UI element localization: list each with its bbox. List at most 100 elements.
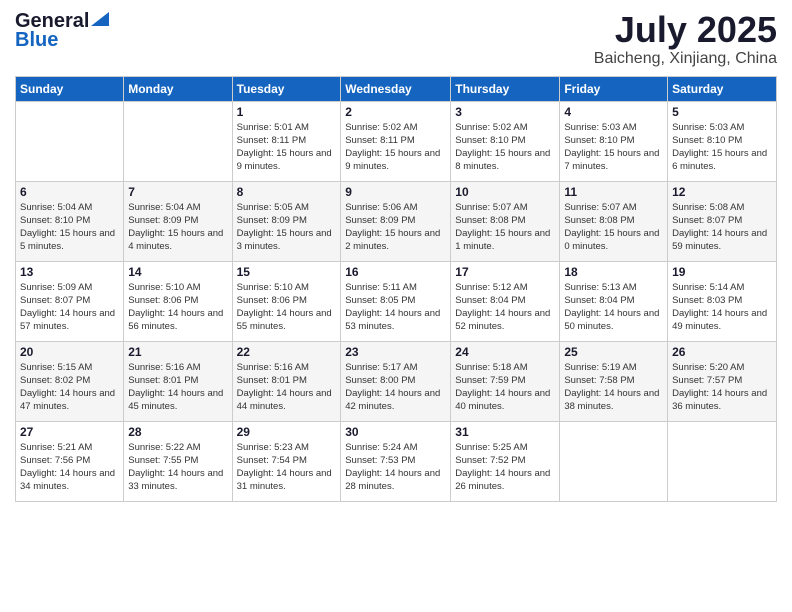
day-number: 8	[237, 185, 337, 199]
day-detail: Sunrise: 5:24 AM Sunset: 7:53 PM Dayligh…	[345, 441, 446, 494]
day-number: 19	[672, 265, 772, 279]
calendar-cell: 29 Sunrise: 5:23 AM Sunset: 7:54 PM Dayli…	[232, 421, 341, 501]
day-detail: Sunrise: 5:04 AM Sunset: 8:10 PM Dayligh…	[20, 201, 119, 254]
header: General Blue July 2025 Baicheng, Xinjian…	[15, 10, 777, 68]
calendar-cell: 3 Sunrise: 5:02 AM Sunset: 8:10 PM Daylig…	[451, 101, 560, 181]
day-number: 11	[564, 185, 663, 199]
calendar-cell: 31 Sunrise: 5:25 AM Sunset: 7:52 PM Dayli…	[451, 421, 560, 501]
page: General Blue July 2025 Baicheng, Xinjian…	[0, 0, 792, 612]
calendar-cell: 12Sunrise: 5:08 AM Sunset: 8:07 PM Dayli…	[668, 181, 777, 261]
day-number: 29	[237, 425, 337, 439]
calendar-cell: 21 Sunrise: 5:16 AM Sunset: 8:01 PM Dayli…	[124, 341, 232, 421]
calendar-title: July 2025	[594, 10, 777, 50]
day-detail: Sunrise: 5:18 AM Sunset: 7:59 PM Dayligh…	[455, 361, 555, 414]
day-number: 28	[128, 425, 227, 439]
day-detail: Sunrise: 5:01 AM Sunset: 8:11 PM Dayligh…	[237, 121, 337, 174]
calendar-cell: 2 Sunrise: 5:02 AM Sunset: 8:11 PM Daylig…	[341, 101, 451, 181]
calendar-cell: 28 Sunrise: 5:22 AM Sunset: 7:55 PM Dayli…	[124, 421, 232, 501]
calendar-cell: 18 Sunrise: 5:13 AM Sunset: 8:04 PM Dayli…	[560, 261, 668, 341]
day-detail: Sunrise: 5:03 AM Sunset: 8:10 PM Dayligh…	[672, 121, 772, 174]
day-number: 12	[672, 185, 772, 199]
day-number: 23	[345, 345, 446, 359]
day-detail: Sunrise: 5:16 AM Sunset: 8:01 PM Dayligh…	[128, 361, 227, 414]
day-number: 20	[20, 345, 119, 359]
calendar-cell: 10 Sunrise: 5:07 AM Sunset: 8:08 PM Dayli…	[451, 181, 560, 261]
calendar-cell: 11Sunrise: 5:07 AM Sunset: 8:08 PM Dayli…	[560, 181, 668, 261]
calendar-cell: 14 Sunrise: 5:10 AM Sunset: 8:06 PM Dayli…	[124, 261, 232, 341]
calendar-cell: 4Sunrise: 5:03 AM Sunset: 8:10 PM Daylig…	[560, 101, 668, 181]
calendar-subtitle: Baicheng, Xinjiang, China	[594, 50, 777, 68]
calendar-cell: 23 Sunrise: 5:17 AM Sunset: 8:00 PM Dayli…	[341, 341, 451, 421]
calendar-cell: 9Sunrise: 5:06 AM Sunset: 8:09 PM Daylig…	[341, 181, 451, 261]
day-detail: Sunrise: 5:23 AM Sunset: 7:54 PM Dayligh…	[237, 441, 337, 494]
day-number: 7	[128, 185, 227, 199]
day-detail: Sunrise: 5:17 AM Sunset: 8:00 PM Dayligh…	[345, 361, 446, 414]
calendar-cell: 20 Sunrise: 5:15 AM Sunset: 8:02 PM Dayli…	[16, 341, 124, 421]
calendar-cell	[16, 101, 124, 181]
calendar-cell: 5Sunrise: 5:03 AM Sunset: 8:10 PM Daylig…	[668, 101, 777, 181]
calendar-cell: 26 Sunrise: 5:20 AM Sunset: 7:57 PM Dayli…	[668, 341, 777, 421]
day-number: 30	[345, 425, 446, 439]
day-number: 10	[455, 185, 555, 199]
day-detail: Sunrise: 5:03 AM Sunset: 8:10 PM Dayligh…	[564, 121, 663, 174]
day-detail: Sunrise: 5:20 AM Sunset: 7:57 PM Dayligh…	[672, 361, 772, 414]
day-detail: Sunrise: 5:05 AM Sunset: 8:09 PM Dayligh…	[237, 201, 337, 254]
calendar-week-row: 13Sunrise: 5:09 AM Sunset: 8:07 PM Dayli…	[16, 261, 777, 341]
day-detail: Sunrise: 5:13 AM Sunset: 8:04 PM Dayligh…	[564, 281, 663, 334]
day-detail: Sunrise: 5:07 AM Sunset: 8:08 PM Dayligh…	[455, 201, 555, 254]
calendar-day-header: Tuesday	[232, 76, 341, 101]
day-detail: Sunrise: 5:04 AM Sunset: 8:09 PM Dayligh…	[128, 201, 227, 254]
day-number: 21	[128, 345, 227, 359]
calendar-cell: 1 Sunrise: 5:01 AM Sunset: 8:11 PM Daylig…	[232, 101, 341, 181]
day-detail: Sunrise: 5:10 AM Sunset: 8:06 PM Dayligh…	[237, 281, 337, 334]
day-number: 17	[455, 265, 555, 279]
calendar-cell	[124, 101, 232, 181]
calendar-cell: 17 Sunrise: 5:12 AM Sunset: 8:04 PM Dayli…	[451, 261, 560, 341]
day-detail: Sunrise: 5:15 AM Sunset: 8:02 PM Dayligh…	[20, 361, 119, 414]
calendar-cell: 30 Sunrise: 5:24 AM Sunset: 7:53 PM Dayli…	[341, 421, 451, 501]
calendar-cell: 7 Sunrise: 5:04 AM Sunset: 8:09 PM Daylig…	[124, 181, 232, 261]
calendar-cell: 22Sunrise: 5:16 AM Sunset: 8:01 PM Dayli…	[232, 341, 341, 421]
calendar-header-row: SundayMondayTuesdayWednesdayThursdayFrid…	[16, 76, 777, 101]
day-number: 16	[345, 265, 446, 279]
day-number: 25	[564, 345, 663, 359]
calendar-cell	[668, 421, 777, 501]
calendar-cell: 15Sunrise: 5:10 AM Sunset: 8:06 PM Dayli…	[232, 261, 341, 341]
day-number: 14	[128, 265, 227, 279]
day-detail: Sunrise: 5:14 AM Sunset: 8:03 PM Dayligh…	[672, 281, 772, 334]
calendar-cell: 13Sunrise: 5:09 AM Sunset: 8:07 PM Dayli…	[16, 261, 124, 341]
day-detail: Sunrise: 5:12 AM Sunset: 8:04 PM Dayligh…	[455, 281, 555, 334]
calendar-cell: 27Sunrise: 5:21 AM Sunset: 7:56 PM Dayli…	[16, 421, 124, 501]
day-number: 26	[672, 345, 772, 359]
day-detail: Sunrise: 5:11 AM Sunset: 8:05 PM Dayligh…	[345, 281, 446, 334]
day-detail: Sunrise: 5:16 AM Sunset: 8:01 PM Dayligh…	[237, 361, 337, 414]
day-detail: Sunrise: 5:02 AM Sunset: 8:10 PM Dayligh…	[455, 121, 555, 174]
day-detail: Sunrise: 5:21 AM Sunset: 7:56 PM Dayligh…	[20, 441, 119, 494]
day-number: 18	[564, 265, 663, 279]
day-number: 3	[455, 105, 555, 119]
calendar-day-header: Thursday	[451, 76, 560, 101]
day-detail: Sunrise: 5:02 AM Sunset: 8:11 PM Dayligh…	[345, 121, 446, 174]
day-number: 9	[345, 185, 446, 199]
calendar-cell: 16 Sunrise: 5:11 AM Sunset: 8:05 PM Dayli…	[341, 261, 451, 341]
calendar-day-header: Sunday	[16, 76, 124, 101]
calendar-day-header: Saturday	[668, 76, 777, 101]
calendar-week-row: 1 Sunrise: 5:01 AM Sunset: 8:11 PM Daylig…	[16, 101, 777, 181]
day-number: 24	[455, 345, 555, 359]
day-detail: Sunrise: 5:10 AM Sunset: 8:06 PM Dayligh…	[128, 281, 227, 334]
calendar-cell: 19 Sunrise: 5:14 AM Sunset: 8:03 PM Dayli…	[668, 261, 777, 341]
day-detail: Sunrise: 5:25 AM Sunset: 7:52 PM Dayligh…	[455, 441, 555, 494]
calendar-cell	[560, 421, 668, 501]
calendar-day-header: Wednesday	[341, 76, 451, 101]
calendar-cell: 8 Sunrise: 5:05 AM Sunset: 8:09 PM Daylig…	[232, 181, 341, 261]
logo: General Blue	[15, 10, 109, 52]
logo-arrow-icon	[91, 12, 109, 26]
calendar-cell: 25Sunrise: 5:19 AM Sunset: 7:58 PM Dayli…	[560, 341, 668, 421]
day-detail: Sunrise: 5:22 AM Sunset: 7:55 PM Dayligh…	[128, 441, 227, 494]
title-block: July 2025 Baicheng, Xinjiang, China	[594, 10, 777, 68]
day-number: 1	[237, 105, 337, 119]
day-number: 31	[455, 425, 555, 439]
day-number: 13	[20, 265, 119, 279]
calendar-table: SundayMondayTuesdayWednesdayThursdayFrid…	[15, 76, 777, 502]
day-number: 2	[345, 105, 446, 119]
